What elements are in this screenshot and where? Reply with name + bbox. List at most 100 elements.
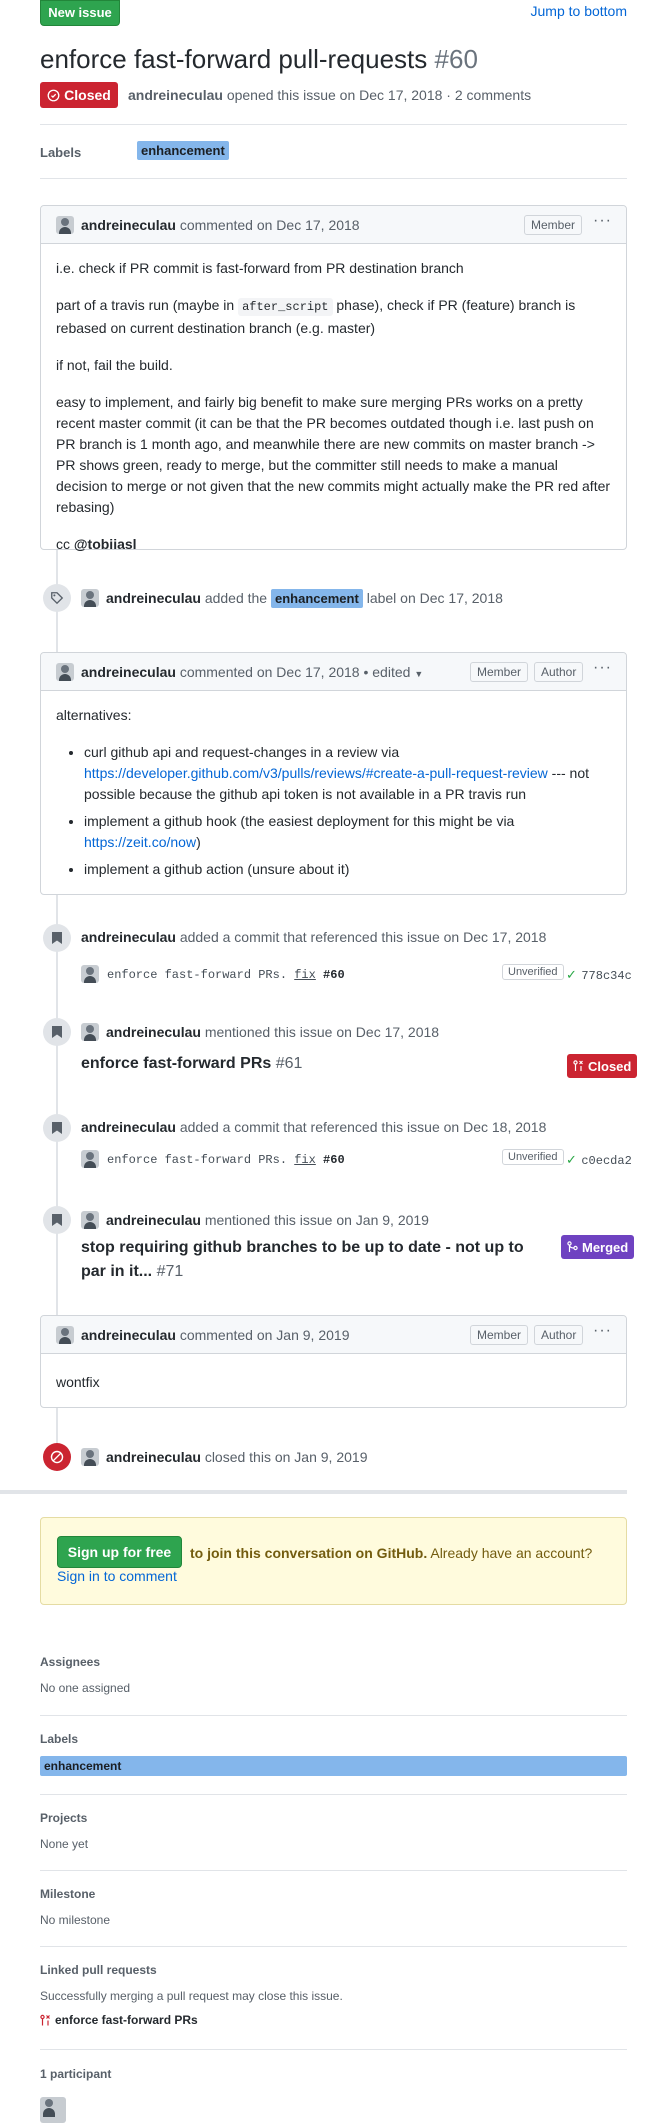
member-badge: Member	[470, 1325, 529, 1345]
comment-paragraph: i.e. check if PR commit is fast-forward …	[56, 260, 464, 276]
comment-menu-icon[interactable]: ···	[593, 659, 612, 677]
issue-ref-link[interactable]: #60	[323, 1153, 345, 1167]
linked-pr-item[interactable]: enforce fast-forward PRs	[40, 2013, 198, 2027]
comment-date-link[interactable]: commented on Dec 17, 2018	[180, 217, 360, 233]
mention-event-badge	[43, 1018, 71, 1046]
commit-event-text: andreineculau added a commit that refere…	[81, 1119, 546, 1135]
pr-closed-icon	[40, 2014, 50, 2025]
comment-menu-icon[interactable]: ···	[593, 212, 612, 230]
jump-to-bottom-link[interactable]: Jump to bottom	[531, 3, 628, 19]
event-author-link[interactable]: andreineculau	[81, 929, 176, 945]
edited-text: • edited	[363, 664, 411, 680]
issue-author-link[interactable]: andreineculau	[128, 87, 223, 103]
mentioned-pr-title[interactable]: enforce fast-forward PRs #61	[81, 1055, 302, 1073]
comment-author-link[interactable]: andreineculau	[81, 1327, 176, 1343]
github-api-link[interactable]: https://developer.github.com/v3/pulls/re…	[84, 765, 548, 781]
list-item: implement a github hook (the easiest dep…	[84, 811, 613, 853]
participant-avatar[interactable]	[40, 2097, 66, 2123]
signup-box: Sign up for free to join this conversati…	[40, 1517, 627, 1605]
event-author-link[interactable]: andreineculau	[106, 1212, 201, 1228]
member-badge: Member	[524, 215, 583, 235]
avatar[interactable]	[81, 1150, 99, 1168]
labels-row-label[interactable]: enhancement	[137, 141, 229, 160]
new-issue-button[interactable]: New issue	[40, 0, 120, 26]
comment-menu-icon[interactable]: ···	[593, 1322, 612, 1340]
comment-author-link[interactable]: andreineculau	[81, 217, 176, 233]
event-author-link[interactable]: andreineculau	[106, 1024, 201, 1040]
event-text: mentioned this issue on Jan 9, 2019	[204, 1212, 429, 1228]
avatar[interactable]	[56, 1326, 74, 1344]
projects-title[interactable]: Projects	[40, 1811, 87, 1825]
commit-sha[interactable]: ✓ 778c34c	[566, 966, 632, 984]
event-author-link[interactable]: andreineculau	[106, 590, 201, 606]
pr-title-text: enforce fast-forward PRs	[81, 1055, 272, 1072]
mentioned-pr-title[interactable]: stop requiring github branches to be up …	[81, 1236, 551, 1284]
comment-text: part of a travis run (maybe in	[56, 297, 239, 313]
commit-sha-text: 778c34c	[581, 969, 632, 983]
commit-text: enforce fast-forward PRs.	[107, 968, 295, 982]
bookmark-icon	[52, 1214, 62, 1226]
event-author-link[interactable]: andreineculau	[81, 1119, 176, 1135]
list-text: curl github api and request-changes in a…	[84, 744, 400, 760]
labels-title[interactable]: Labels	[40, 1732, 78, 1746]
zeit-link[interactable]: https://zeit.co/now	[84, 834, 196, 850]
bookmark-icon	[52, 1026, 62, 1038]
chevron-down-icon: ▼	[414, 669, 424, 679]
check-icon: ✓	[566, 1152, 577, 1167]
issue-meta: andreineculau opened this issue on Dec 1…	[128, 87, 531, 103]
avatar[interactable]	[81, 1448, 99, 1466]
unverified-badge[interactable]: Unverified	[502, 964, 564, 980]
comment-1-meta: andreineculau commented on Dec 17, 2018	[81, 217, 360, 233]
comment-1-body: i.e. check if PR commit is fast-forward …	[56, 258, 613, 555]
event-text: closed this on Jan 9, 2019	[204, 1449, 368, 1465]
issue-meta-text: opened this issue on Dec 17, 2018 · 2 co…	[226, 87, 532, 103]
avatar[interactable]	[56, 663, 74, 681]
commit-sha-text: c0ecda2	[581, 1154, 632, 1168]
issue-ref-link[interactable]: #60	[323, 968, 345, 982]
pr-number: #71	[156, 1263, 184, 1280]
mention-link[interactable]: @tobiiasl	[74, 536, 137, 552]
label-event-text: andreineculau added the enhancement labe…	[106, 589, 503, 608]
avatar[interactable]	[81, 1211, 99, 1229]
comment-date-link[interactable]: commented on Dec 17, 2018	[180, 664, 360, 680]
comment-paragraph: cc @tobiiasl	[56, 534, 613, 555]
avatar[interactable]	[56, 216, 74, 234]
pr-number: #61	[275, 1055, 303, 1072]
edited-dropdown[interactable]: • edited ▼	[363, 664, 423, 680]
commit-message[interactable]: enforce fast-forward PRs. fix #60	[107, 968, 345, 982]
sidebar-label-enhancement[interactable]: enhancement	[40, 1756, 627, 1776]
commit-message[interactable]: enforce fast-forward PRs. fix #60	[107, 1153, 345, 1167]
assignees-title[interactable]: Assignees	[40, 1655, 100, 1669]
comment-date-link[interactable]: commented on Jan 9, 2019	[180, 1327, 350, 1343]
issue-state-text: Closed	[64, 87, 111, 103]
issue-title-text: enforce fast-forward pull-requests	[40, 44, 428, 74]
timeline-end-divider	[0, 1490, 627, 1494]
bookmark-icon	[52, 932, 62, 944]
event-label[interactable]: enhancement	[271, 589, 363, 608]
unverified-badge[interactable]: Unverified	[502, 1149, 564, 1165]
labels-divider	[40, 178, 627, 179]
avatar[interactable]	[81, 589, 99, 607]
issue-title: enforce fast-forward pull-requests #60	[40, 44, 478, 75]
commit-fix: fix	[294, 968, 316, 982]
sidebar-divider	[40, 1946, 627, 1947]
milestone-title[interactable]: Milestone	[40, 1887, 95, 1901]
comment-paragraph: alternatives:	[56, 707, 132, 723]
closed-event-text: andreineculau closed this on Jan 9, 2019	[106, 1449, 367, 1465]
list-text: implement a github hook (the easiest dep…	[84, 813, 515, 829]
linked-prs-title[interactable]: Linked pull requests	[40, 1963, 157, 1977]
mention-event-badge	[43, 1206, 71, 1234]
comment-2: andreineculau commented on Dec 17, 2018 …	[40, 652, 627, 895]
avatar[interactable]	[81, 965, 99, 983]
check-icon: ✓	[566, 967, 577, 982]
commit-sha[interactable]: ✓ c0ecda2	[566, 1151, 632, 1169]
signin-link[interactable]: Sign in to comment	[57, 1568, 177, 1584]
labels-row-title: Labels	[40, 145, 82, 160]
avatar[interactable]	[81, 1023, 99, 1041]
comment-author-link[interactable]: andreineculau	[81, 664, 176, 680]
projects-value: None yet	[40, 1837, 89, 1851]
event-author-link[interactable]: andreineculau	[106, 1449, 201, 1465]
sidebar-divider	[40, 1715, 627, 1716]
comment-2-header: andreineculau commented on Dec 17, 2018 …	[41, 653, 626, 691]
comment-text: cc	[56, 536, 74, 552]
